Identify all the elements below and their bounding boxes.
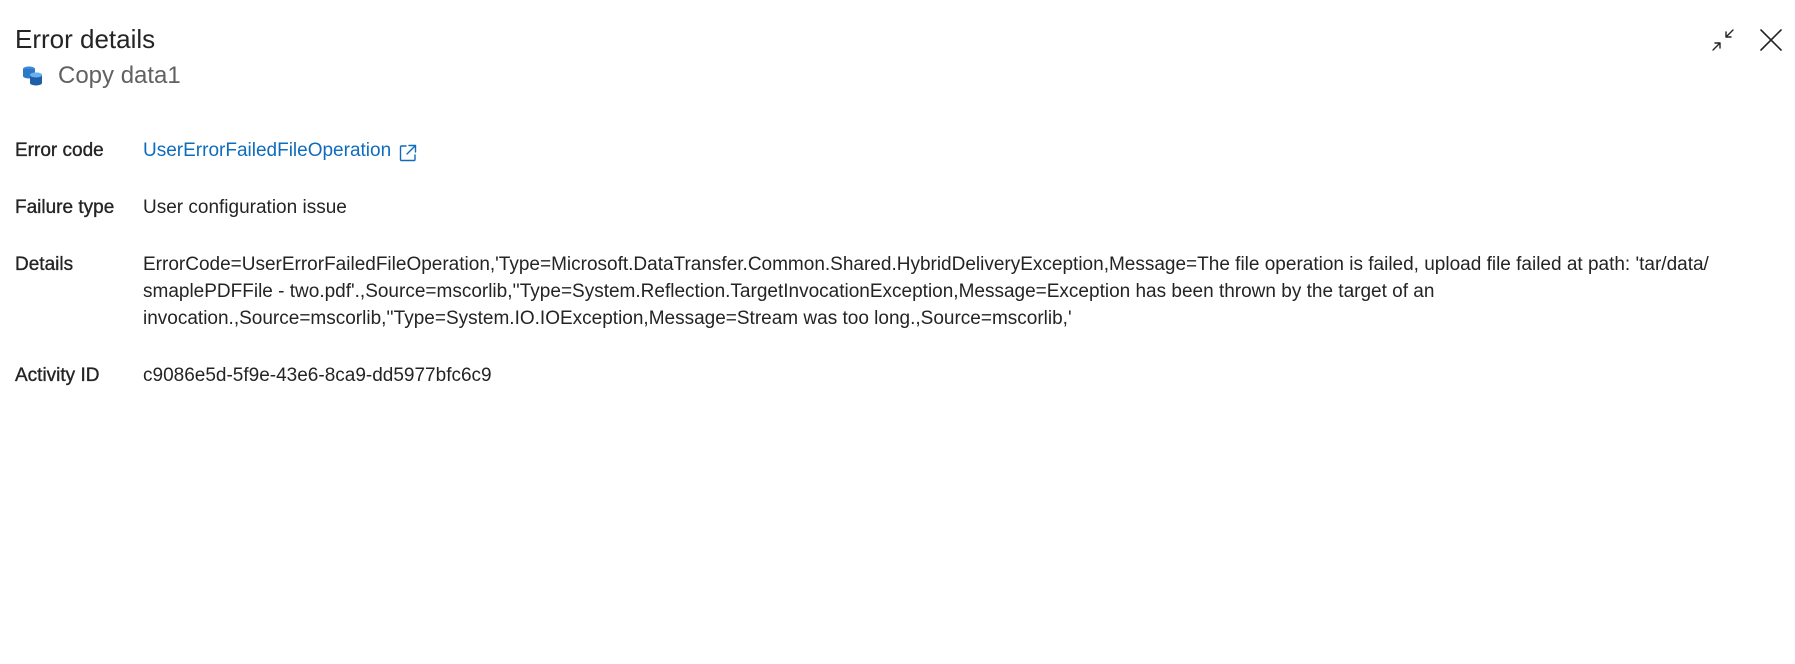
details-value: ErrorCode=UserErrorFailedFileOperation,'… [143,254,1709,329]
activity-header: Copy data1 [20,60,181,92]
activity-name: Copy data1 [58,62,181,89]
error-code-row: Error code UserErrorFailedFileOperation [15,137,1775,164]
activity-id-label: Activity ID [15,365,100,386]
panel-actions [1705,22,1795,58]
minimize-icon [1712,29,1734,51]
failure-type-label: Failure type [15,197,115,218]
error-code-label: Error code [15,140,104,161]
activity-id-row: Activity ID c9086e5d-5f9e-43e6-8ca9-dd59… [15,362,1775,389]
panel-title: Error details [15,24,156,54]
external-link-icon [398,143,418,163]
activity-id-value: c9086e5d-5f9e-43e6-8ca9-dd5977bfc6c9 [143,365,492,386]
minimize-button[interactable] [1705,22,1741,58]
error-code-link[interactable]: UserErrorFailedFileOperation [143,137,418,164]
error-details-panel: Error details Copy data1 Error code User… [0,0,1795,664]
error-code-value: UserErrorFailedFileOperation [143,137,1763,164]
close-icon [1760,29,1782,51]
failure-type-row: Failure type User configuration issue [15,194,1775,221]
close-button[interactable] [1753,22,1789,58]
details-row: Details ErrorCode=UserErrorFailedFileOpe… [15,251,1775,332]
details-label: Details [15,254,74,275]
error-code-link-text: UserErrorFailedFileOperation [143,140,392,161]
failure-type-value: User configuration issue [143,197,347,218]
copy-data-icon [20,63,46,89]
